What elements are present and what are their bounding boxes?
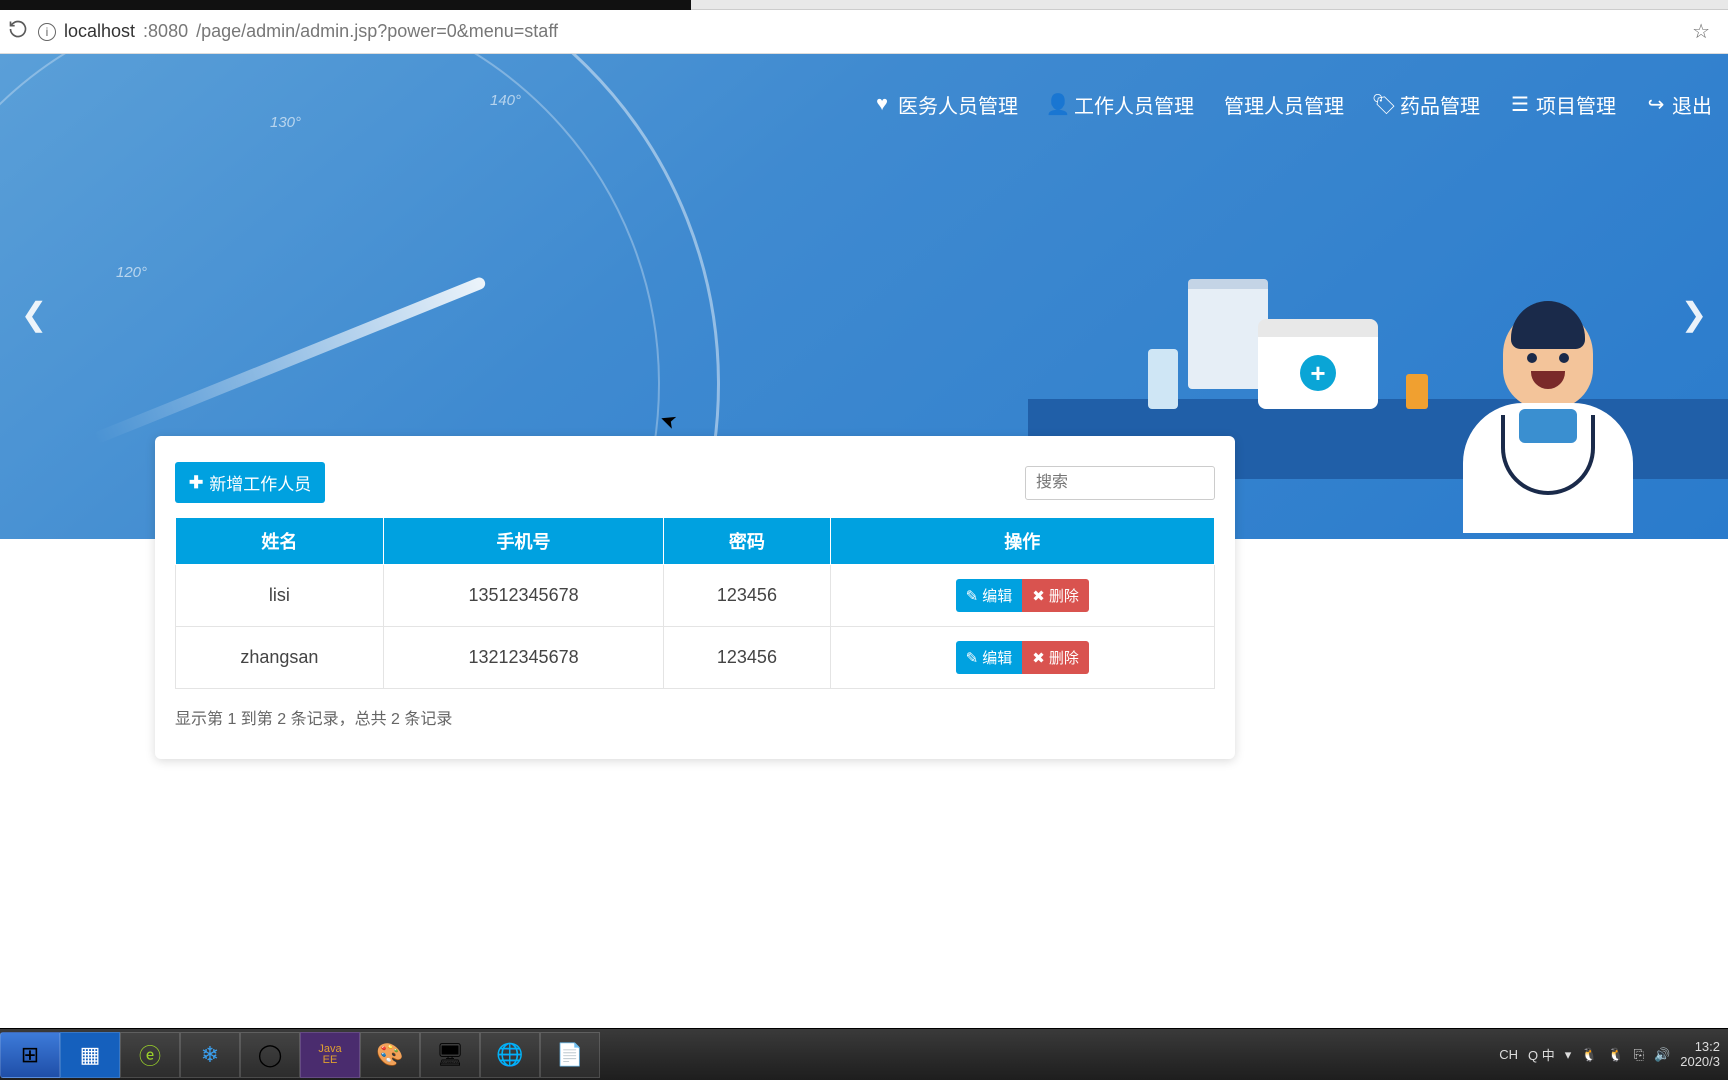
- add-staff-label: 新增工作人员: [209, 470, 311, 495]
- staff-table: 姓名 手机号 密码 操作 lisi 13512345678 123456 ✎ 编…: [175, 517, 1215, 689]
- illustration-pill-bottle: [1406, 374, 1428, 409]
- edit-button[interactable]: ✎ 编辑: [956, 641, 1023, 674]
- gauge-label-140: 140°: [490, 92, 521, 109]
- heart-icon: ♥: [872, 95, 892, 115]
- url-host: localhost: [64, 21, 135, 42]
- taskbar-app-5[interactable]: 🌐: [480, 1032, 540, 1078]
- nav-item-staff[interactable]: 👤 工作人员管理: [1048, 90, 1194, 119]
- tag-icon: 🏷: [1374, 95, 1394, 115]
- edit-icon: ✎: [966, 587, 979, 605]
- cell-ops: ✎ 编辑 ✖ 删除: [830, 627, 1214, 689]
- nav-label: 退出: [1672, 90, 1712, 119]
- start-button[interactable]: ⊞: [0, 1032, 60, 1078]
- cell-password: 123456: [664, 565, 830, 627]
- card-toolbar: ✚ 新增工作人员: [175, 462, 1215, 503]
- system-tray: CH Q 中 ▾ 🐧 🐧 ⎘ 🔊 13:2 2020/3: [1491, 1040, 1728, 1070]
- nav-label: 工作人员管理: [1074, 90, 1194, 119]
- ime-indicator[interactable]: CH: [1499, 1047, 1518, 1062]
- illustration-bottle: [1148, 349, 1178, 409]
- edit-icon: ✎: [966, 649, 979, 667]
- nav-item-drugs[interactable]: 🏷 药品管理: [1374, 90, 1480, 119]
- table-row: zhangsan 13212345678 123456 ✎ 编辑 ✖ 删除: [176, 627, 1215, 689]
- nav-item-logout[interactable]: ↪ 退出: [1646, 90, 1712, 119]
- taskbar-app-2[interactable]: ❄: [180, 1032, 240, 1078]
- active-tab-dark: [0, 0, 691, 10]
- edit-label: 编辑: [982, 647, 1012, 668]
- cell-phone: 13212345678: [383, 627, 664, 689]
- user-icon: 👤: [1048, 95, 1068, 115]
- tray-icon[interactable]: ⎘: [1634, 1047, 1644, 1063]
- taskbar-clock[interactable]: 13:2 2020/3: [1680, 1040, 1720, 1070]
- carousel-next-icon[interactable]: ❯: [1678, 294, 1710, 334]
- volume-icon[interactable]: 🔊: [1654, 1047, 1670, 1063]
- nav-label: 项目管理: [1536, 90, 1616, 119]
- top-nav: ♥ 医务人员管理 👤 工作人员管理 管理人员管理 🏷 药品管理 ☰ 项目管理 ↪…: [872, 90, 1712, 119]
- bookmark-star-icon[interactable]: ☆: [1692, 19, 1710, 44]
- add-staff-button[interactable]: ✚ 新增工作人员: [175, 462, 325, 503]
- url-path: /page/admin/admin.jsp?power=0&menu=staff: [196, 21, 558, 42]
- taskbar-app-4[interactable]: 🖥: [420, 1032, 480, 1078]
- clock-date: 2020/3: [1680, 1055, 1720, 1070]
- taskbar-app-ie[interactable]: ⓔ: [120, 1032, 180, 1078]
- list-icon: ☰: [1510, 95, 1530, 115]
- search-input[interactable]: [1025, 466, 1215, 500]
- table-row: lisi 13512345678 123456 ✎ 编辑 ✖ 删除: [176, 565, 1215, 627]
- url-port: :8080: [143, 21, 188, 42]
- gauge-label-120: 120°: [116, 264, 147, 281]
- nav-item-admin[interactable]: 管理人员管理: [1224, 90, 1344, 119]
- nav-label: 管理人员管理: [1224, 90, 1344, 119]
- pager-info: 显示第 1 到第 2 条记录，总共 2 条记录: [175, 705, 1215, 729]
- delete-label: 删除: [1049, 647, 1079, 668]
- ime-mode[interactable]: Q 中: [1528, 1045, 1555, 1064]
- delete-button[interactable]: ✖ 删除: [1022, 579, 1089, 612]
- cell-ops: ✎ 编辑 ✖ 删除: [830, 565, 1214, 627]
- content-card: ✚ 新增工作人员 姓名 手机号 密码 操作 lisi 13512345678 1…: [155, 436, 1235, 759]
- address-bar: i localhost :8080/page/admin/admin.jsp?po…: [0, 10, 1728, 54]
- taskbar-app-3[interactable]: 🎨: [360, 1032, 420, 1078]
- illustration-clipboard: [1188, 279, 1268, 389]
- tray-icon[interactable]: 🐧: [1581, 1047, 1597, 1063]
- tray-icon[interactable]: 🐧: [1607, 1047, 1623, 1063]
- edit-label: 编辑: [982, 585, 1012, 606]
- taskbar-app-notepad[interactable]: 📄: [540, 1032, 600, 1078]
- nav-label: 药品管理: [1400, 90, 1480, 119]
- gauge-label-130: 130°: [270, 114, 301, 131]
- delete-button[interactable]: ✖ 删除: [1022, 641, 1089, 674]
- clock-time: 13:2: [1680, 1040, 1720, 1055]
- carousel-prev-icon[interactable]: ❮: [18, 294, 50, 334]
- close-icon: ✖: [1032, 649, 1045, 667]
- th-phone[interactable]: 手机号: [383, 518, 664, 565]
- nav-label: 医务人员管理: [898, 90, 1018, 119]
- edit-button[interactable]: ✎ 编辑: [956, 579, 1023, 612]
- taskbar-app-chrome[interactable]: ◯: [240, 1032, 300, 1078]
- plus-icon: ✚: [189, 473, 203, 493]
- nav-item-projects[interactable]: ☰ 项目管理: [1510, 90, 1616, 119]
- nav-item-medical[interactable]: ♥ 医务人员管理: [872, 90, 1018, 119]
- cell-name: lisi: [176, 565, 384, 627]
- illustration-medkit: [1258, 319, 1378, 409]
- windows-taskbar: ⊞ ▦ ⓔ ❄ ◯ JavaEE 🎨 🖥 🌐 📄 CH Q 中 ▾ 🐧 🐧 ⎘ …: [0, 1028, 1728, 1080]
- tray-chevron-icon[interactable]: ▾: [1565, 1047, 1572, 1063]
- url-display[interactable]: i localhost :8080/page/admin/admin.jsp?po…: [38, 21, 1682, 42]
- cell-phone: 13512345678: [383, 565, 664, 627]
- taskbar-app-javaee[interactable]: JavaEE: [300, 1032, 360, 1078]
- exit-icon: ↪: [1646, 95, 1666, 115]
- taskbar-app-1[interactable]: ▦: [60, 1032, 120, 1078]
- reload-icon[interactable]: [8, 19, 28, 44]
- browser-tabstrip: [0, 0, 1728, 10]
- cell-password: 123456: [664, 627, 830, 689]
- close-icon: ✖: [1032, 587, 1045, 605]
- cell-name: zhangsan: [176, 627, 384, 689]
- illustration-doctor: [1448, 309, 1648, 539]
- site-info-icon[interactable]: i: [38, 23, 56, 41]
- th-password[interactable]: 密码: [664, 518, 830, 565]
- th-name[interactable]: 姓名: [176, 518, 384, 565]
- th-ops[interactable]: 操作: [830, 518, 1214, 565]
- delete-label: 删除: [1049, 585, 1079, 606]
